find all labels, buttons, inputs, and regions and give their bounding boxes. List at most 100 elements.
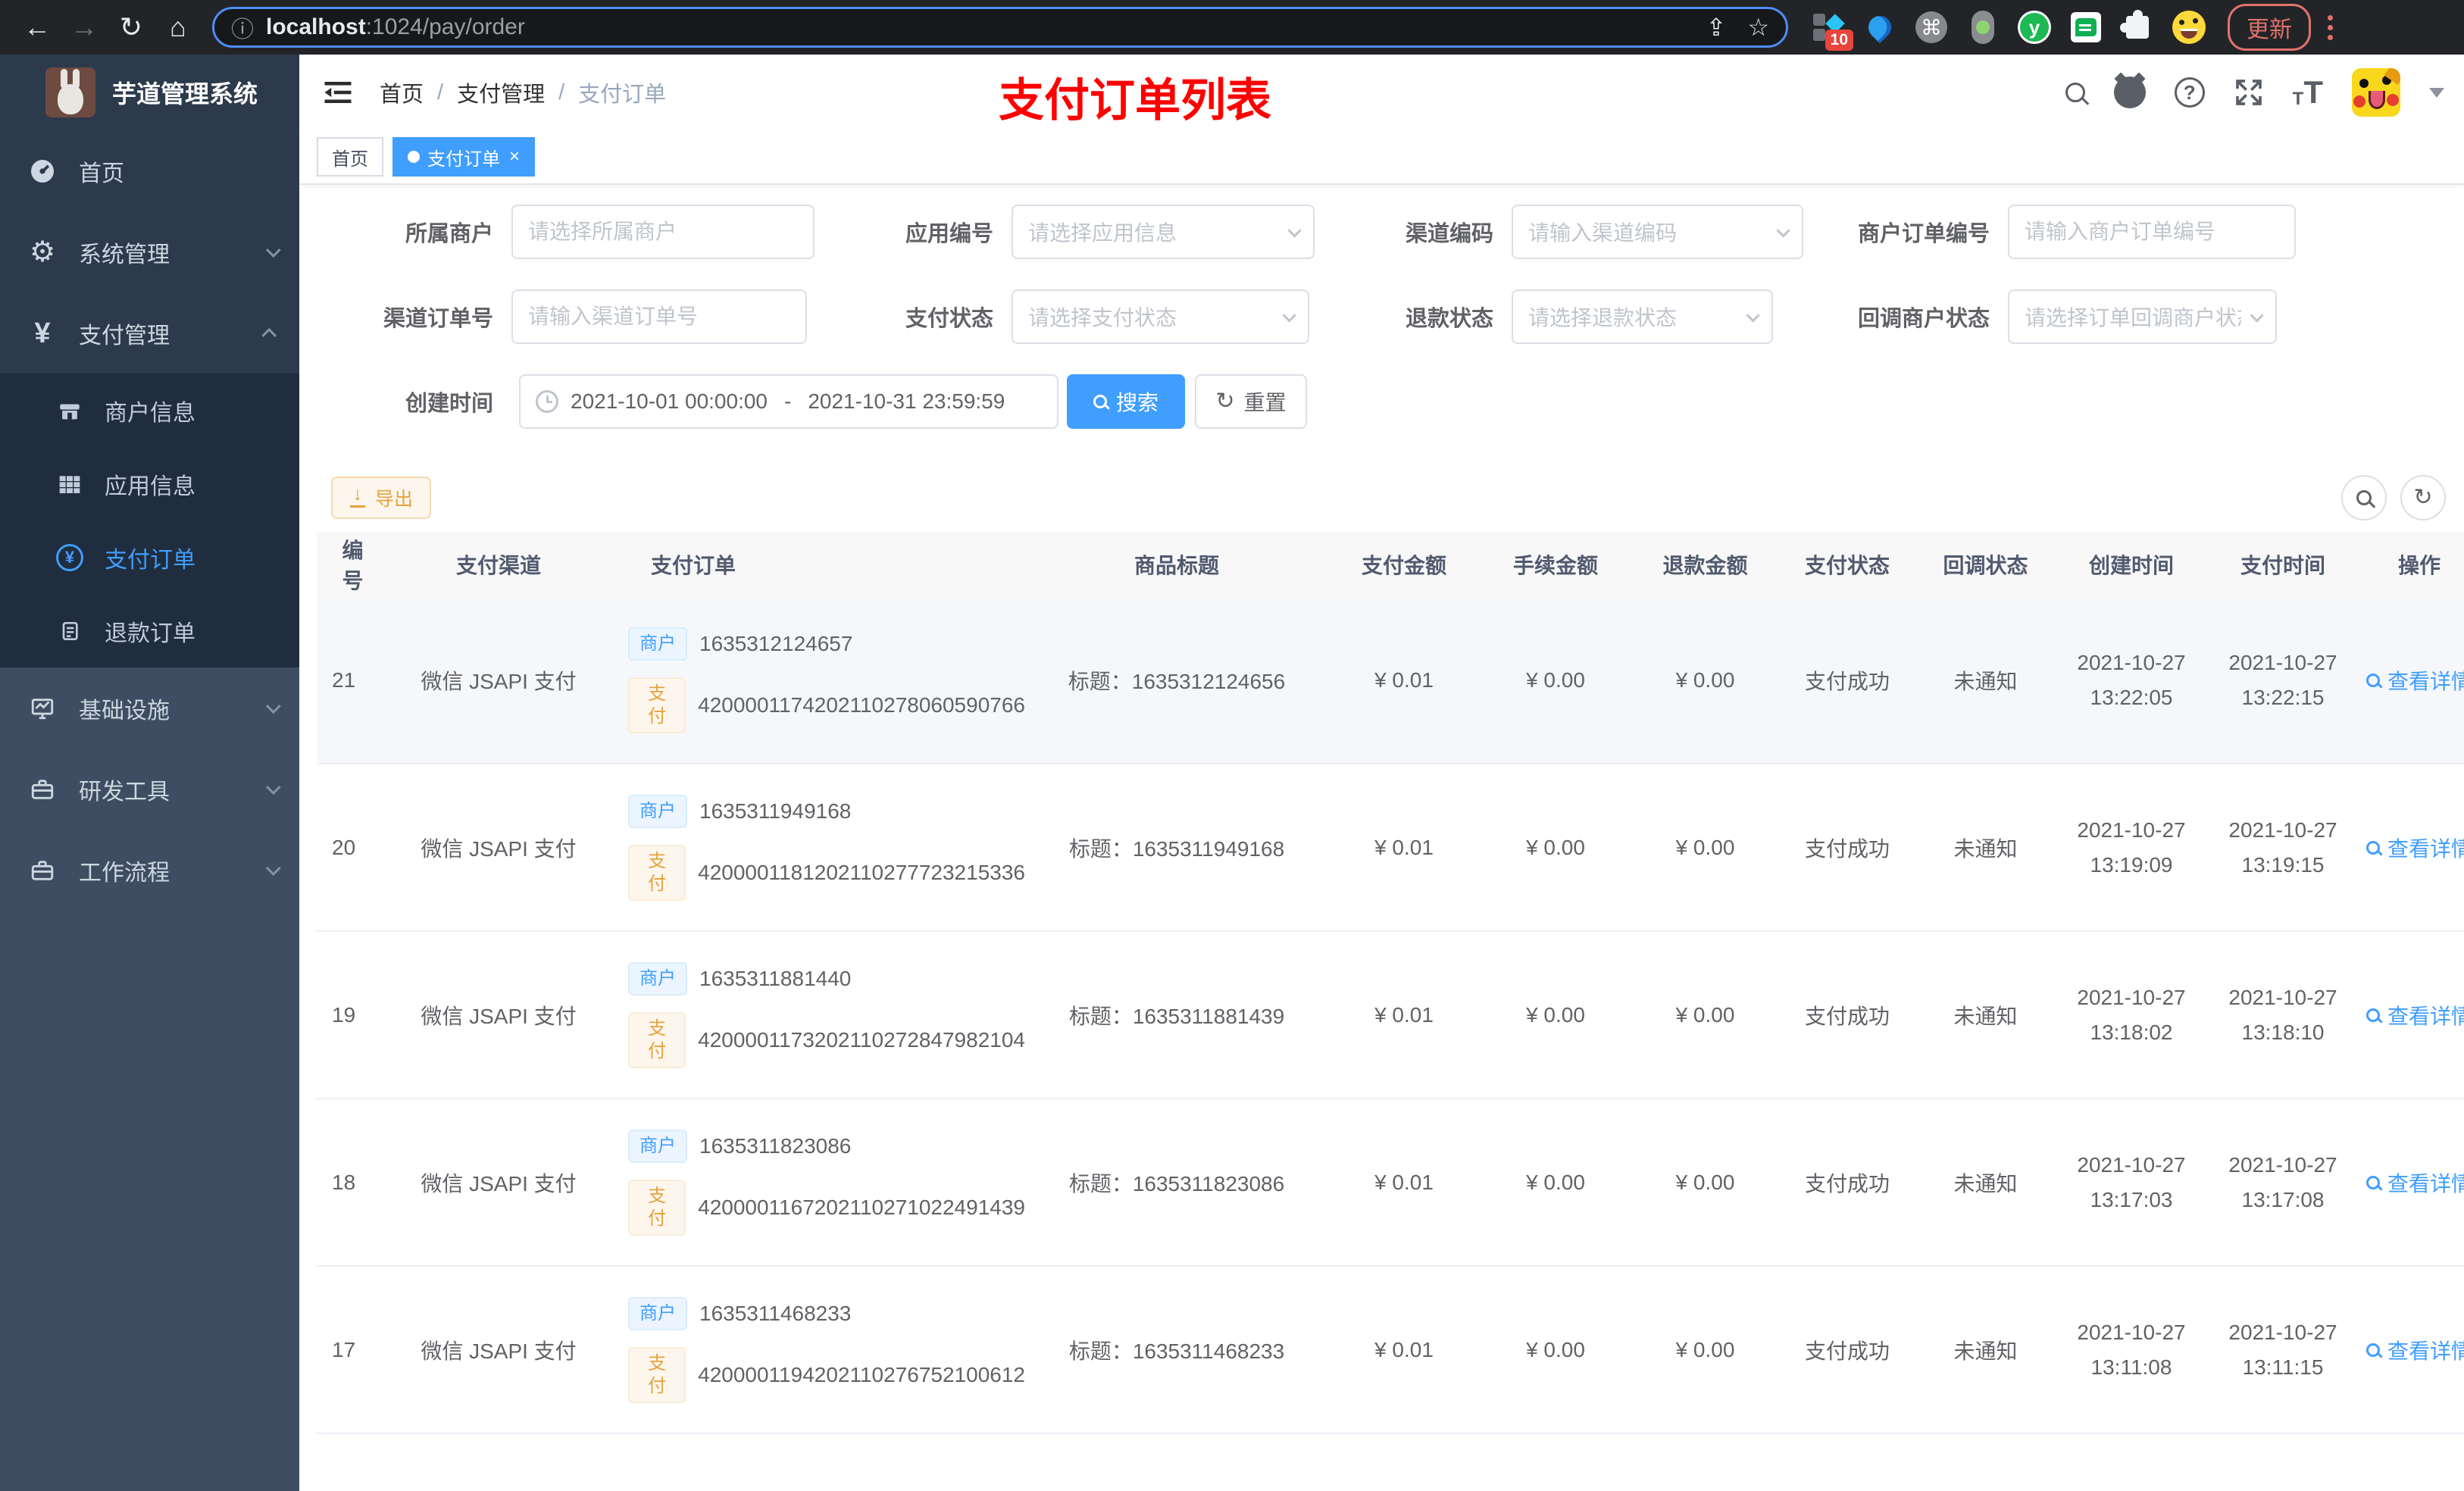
table-row: 17 微信 JSAPI 支付 商户 1635311468233 支付 42000…: [317, 1267, 2464, 1434]
pay-no-tag: 支付: [628, 1179, 686, 1236]
close-icon[interactable]: ×: [509, 146, 520, 167]
merchant-no-tag: 商户: [628, 627, 687, 661]
browser-back-icon[interactable]: ←: [14, 8, 61, 47]
merchant-input[interactable]: [511, 205, 815, 259]
extension-pin-icon[interactable]: [1862, 10, 1897, 45]
cell-fee-amount: ¥ 0.00: [1526, 1002, 1585, 1027]
magnifier-icon: [2366, 840, 2380, 855]
view-detail-link[interactable]: 查看详情: [2366, 833, 2464, 863]
tag-home[interactable]: 首页: [317, 137, 383, 177]
sidebar-item-workflow[interactable]: 工作流程: [0, 830, 299, 911]
avatar-caret-icon[interactable]: [2429, 87, 2444, 98]
merchant-order-no-input[interactable]: [2008, 205, 2296, 259]
sidebar-item-merchant-info[interactable]: 商户信息: [0, 374, 299, 447]
show-search-toggle-button[interactable]: [2341, 475, 2387, 520]
cell-refund-amount: ¥ 0.00: [1675, 835, 1735, 859]
cell-notify-status: 未通知: [1953, 669, 2018, 693]
extension-chat-icon[interactable]: [2068, 10, 2103, 45]
extension-command-icon[interactable]: ⌘: [1914, 10, 1949, 45]
cell-pay-status: 支付成功: [1804, 669, 1890, 693]
create-time-range-input[interactable]: 2021-10-01 00:00:00 - 2021-10-31 23:59:5…: [519, 374, 1058, 429]
browser-reload-icon[interactable]: ↻: [108, 8, 155, 47]
sidebar-item-system[interactable]: ⚙ 系统管理: [0, 211, 299, 292]
export-button[interactable]: 导出: [331, 477, 432, 519]
cell-created-time: 2021-10-27 13:22:05: [2077, 650, 2186, 709]
cell-pay-order-no: 商户 1635311823086 支付 42000011672021102710…: [624, 1129, 1025, 1236]
cell-action: 查看详情: [2359, 1000, 2464, 1030]
cell-fee-amount: ¥ 0.00: [1526, 1337, 1585, 1361]
browser-home-icon[interactable]: ⌂: [155, 8, 202, 47]
cell-paid-time: 2021-10-27 13:17:08: [2228, 1152, 2337, 1211]
extension-recorder-icon[interactable]: [1965, 10, 2000, 45]
cell-pay-status: 支付成功: [1804, 1171, 1890, 1196]
sidebar-item-app-info[interactable]: 应用信息: [0, 447, 299, 520]
bookmark-star-icon[interactable]: ☆: [1747, 13, 1769, 42]
cell-paid-time: 2021-10-27 13:18:10: [2228, 985, 2337, 1044]
sidebar-item-pay-order[interactable]: ¥ 支付订单: [0, 520, 299, 594]
app-title: 芋道管理系统: [112, 80, 258, 108]
browser-forward-icon[interactable]: →: [61, 8, 108, 47]
refresh-table-button[interactable]: ↻: [2400, 475, 2446, 520]
channel-code-select[interactable]: 请输入渠道编码: [1512, 205, 1803, 259]
chevron-down-icon: [2250, 308, 2264, 323]
sidebar-item-refund-order[interactable]: 退款订单: [0, 594, 299, 667]
cell-pay-order-no: 商户 1635312124657 支付 42000011742021102780…: [624, 627, 1025, 733]
cell-pay-order-no: 商户 1635311468233 支付 42000011942021102767…: [624, 1296, 1025, 1403]
view-detail-link[interactable]: 查看详情: [2366, 665, 2464, 695]
search-icon: [1093, 395, 1107, 408]
cell-fee-amount: ¥ 0.00: [1526, 835, 1585, 859]
reset-button[interactable]: ↻ 重置: [1195, 374, 1307, 429]
refund-status-select[interactable]: 请选择退款状态: [1512, 289, 1773, 344]
breadcrumb-home[interactable]: 首页: [380, 77, 424, 108]
browser-address-bar[interactable]: ⓘ localhost:1024/pay/order ⇪ ☆: [212, 7, 1788, 48]
search-icon[interactable]: [2065, 83, 2085, 102]
download-icon: [349, 488, 366, 508]
cell-action: 查看详情: [2359, 833, 2464, 863]
toolbox-icon: [27, 777, 58, 802]
notify-status-select[interactable]: 请选择订单回调商户状态: [2008, 289, 2277, 344]
magnifier-icon: [2366, 1175, 2380, 1189]
breadcrumb-current: 支付订单: [578, 83, 667, 107]
chevron-down-icon: [265, 698, 281, 714]
shop-icon: [55, 398, 85, 424]
magnifier-icon: [2366, 1343, 2380, 1357]
view-detail-link[interactable]: 查看详情: [2366, 1335, 2464, 1365]
notify-status-label: 回调商户状态: [1857, 307, 1990, 331]
merchant-label: 所属商户: [405, 222, 493, 246]
tag-pay-order[interactable]: 支付订单 ×: [392, 137, 536, 177]
dashboard-icon: [27, 158, 58, 185]
channel-order-no-input[interactable]: [511, 289, 807, 344]
sidebar-toggle-icon[interactable]: [322, 79, 354, 106]
table-row: 18 微信 JSAPI 支付 商户 1635311823086 支付 42000…: [317, 1099, 2464, 1267]
share-icon[interactable]: ⇪: [1706, 13, 1727, 42]
browser-update-button[interactable]: 更新: [2228, 4, 2311, 51]
cell-created-time: 2021-10-27 13:18:02: [2077, 985, 2186, 1044]
sidebar-item-infrastructure[interactable]: 基础设施: [0, 667, 299, 749]
extension-puzzle-icon[interactable]: [2120, 10, 2155, 45]
cell-order-id: 18: [332, 1170, 356, 1194]
fullscreen-icon[interactable]: [2234, 77, 2264, 108]
sidebar-item-dev-tools[interactable]: 研发工具: [0, 749, 299, 830]
extension-emoji-icon[interactable]: [2172, 10, 2206, 45]
app-no-select[interactable]: 请选择应用信息: [1012, 205, 1315, 259]
breadcrumb-payment[interactable]: 支付管理: [457, 77, 545, 108]
extension-y-icon[interactable]: y: [2017, 10, 2052, 45]
browser-menu-icon[interactable]: [2328, 14, 2333, 40]
font-size-icon[interactable]: TT: [2293, 77, 2323, 108]
sidebar-item-home[interactable]: 首页: [0, 130, 299, 211]
sidebar-item-payment[interactable]: ¥ 支付管理: [0, 292, 299, 374]
cell-pay-status: 支付成功: [1804, 836, 1890, 861]
extension-grid-icon[interactable]: 10: [1811, 10, 1853, 51]
app-logo-row[interactable]: 芋道管理系统: [0, 55, 299, 130]
site-info-icon[interactable]: ⓘ: [231, 11, 254, 44]
view-detail-link[interactable]: 查看详情: [2366, 1167, 2464, 1198]
github-icon[interactable]: [2113, 77, 2146, 108]
cell-paid-time: 2021-10-27 13:11:15: [2228, 1320, 2337, 1379]
view-detail-link[interactable]: 查看详情: [2366, 1000, 2464, 1030]
cell-notify-status: 未通知: [1953, 1004, 2018, 1028]
pay-status-select[interactable]: 请选择支付状态: [1012, 289, 1309, 344]
help-icon[interactable]: ?: [2174, 77, 2205, 108]
pay-no-tag: 支付: [628, 1346, 686, 1403]
search-button[interactable]: 搜索: [1067, 374, 1185, 429]
user-avatar[interactable]: [2352, 68, 2400, 117]
